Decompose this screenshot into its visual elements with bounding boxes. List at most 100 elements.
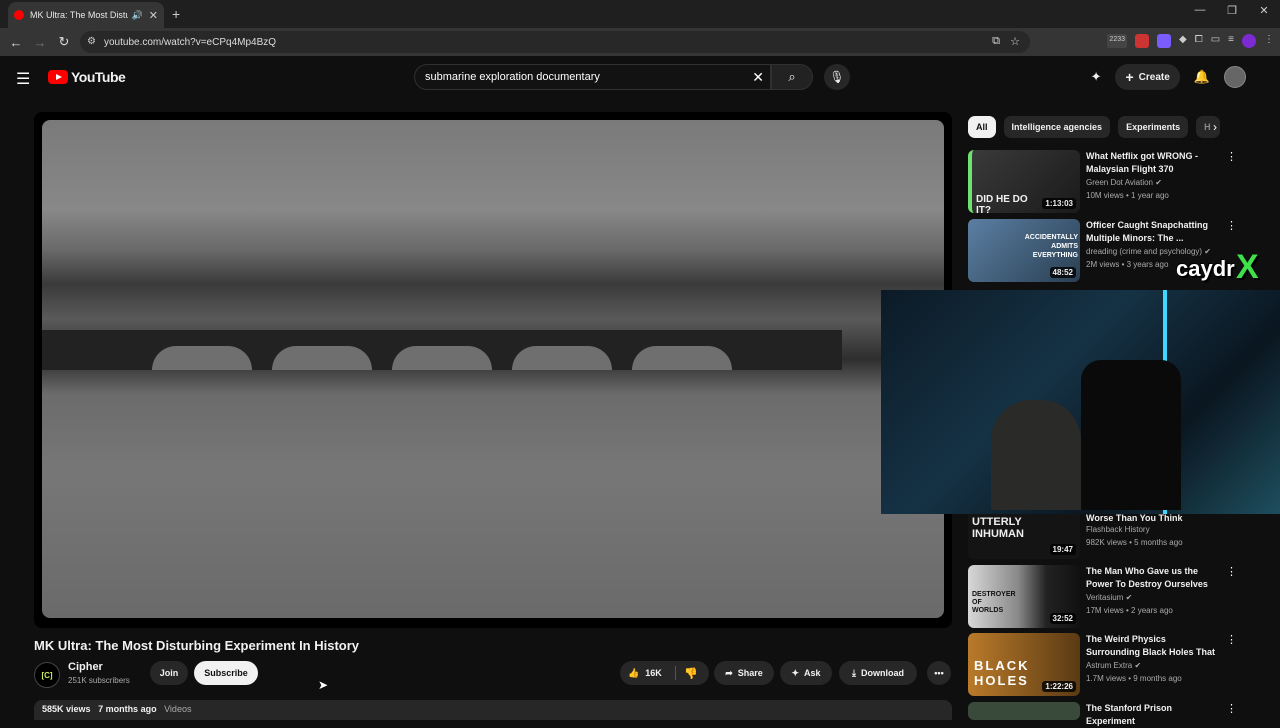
video-duration: 1:22:26 — [1042, 681, 1076, 692]
video-title: MK Ultra: The Most Disturbing Experiment… — [34, 638, 360, 653]
youtube-logo[interactable]: YouTube — [48, 69, 126, 85]
profile-icon[interactable] — [1242, 34, 1256, 48]
bookmark-star-icon[interactable]: ☆ — [1010, 35, 1020, 48]
related-filter-chips: All Intelligence agencies Experiments H — [968, 116, 1221, 138]
thumbnail-text: DID HE DO IT? — [976, 194, 1028, 213]
search-box[interactable]: ✕ — [414, 64, 771, 90]
more-vertical-icon[interactable]: ⋮ — [1226, 219, 1237, 232]
header-actions: ✦ + Create 🔔 — [1091, 64, 1246, 90]
install-icon[interactable]: ⧉ — [992, 35, 1000, 48]
search-button[interactable]: ⌕ — [771, 64, 813, 90]
recommended-video[interactable]: BLACK HOLES 1:22:26 The Weird Physics Su… — [968, 633, 1268, 697]
video-title[interactable]: The Weird Physics Surrounding Black Hole… — [1086, 633, 1216, 659]
video-thumbnail[interactable]: ACCIDENTALLY ADMITS EVERYTHING 48:52 — [968, 219, 1080, 282]
url-text: youtube.com/watch?v=eCPq4Mp4BzQ — [104, 36, 277, 48]
forward-icon[interactable]: → — [28, 35, 52, 50]
ask-label: Ask — [804, 668, 821, 678]
user-avatar[interactable] — [1224, 66, 1246, 88]
back-icon[interactable]: ← — [4, 35, 28, 50]
puzzle-icon[interactable]: ⧠ — [1195, 34, 1203, 48]
channel-name[interactable]: Green Dot Aviation ✔ — [1086, 178, 1162, 187]
more-horizontal-icon: ••• — [934, 668, 944, 678]
share-button[interactable]: ➦ Share — [714, 661, 774, 685]
video-thumbnail[interactable]: DESTROYER OF WORLDS 32:52 — [968, 565, 1080, 628]
more-vertical-icon[interactable]: ⋮ — [1226, 702, 1237, 715]
channel-name[interactable]: Flashback History — [1086, 525, 1150, 534]
channel-name[interactable]: dreading (crime and psychology) ✔ — [1086, 247, 1211, 256]
download-label: Download — [860, 668, 904, 678]
more-vertical-icon[interactable]: ⋮ — [1226, 565, 1237, 578]
description-box[interactable]: 585K views 7 months ago Videos — [34, 700, 952, 720]
channel-name[interactable]: Cipher — [68, 661, 103, 673]
extension-badge[interactable]: 2233 — [1107, 34, 1127, 48]
browser-tabbar: MK Ultra: The Most Disturbi 🔊 ✕ + — ❐ ✕ — [0, 0, 1280, 28]
join-button[interactable]: Join — [150, 661, 188, 685]
download-button[interactable]: ⤓ Download — [839, 661, 917, 685]
speaker-icon[interactable]: 🔊 — [132, 10, 143, 21]
logo-text: YouTube — [71, 69, 126, 85]
extension-icon[interactable] — [1135, 34, 1149, 48]
video-duration: 32:52 — [1049, 613, 1076, 624]
like-button[interactable]: 👍 16K — [620, 668, 675, 679]
tab-title: MK Ultra: The Most Disturbi — [30, 10, 128, 20]
youtube-favicon-icon — [14, 10, 24, 20]
chip-all[interactable]: All — [968, 116, 996, 138]
video-title[interactable]: The Man Who Gave us the Power To Destroy… — [1086, 565, 1216, 591]
chip-experiments[interactable]: Experiments — [1118, 116, 1189, 138]
restore-icon[interactable]: ❐ — [1216, 4, 1248, 17]
media-icon[interactable]: ≡ — [1228, 34, 1234, 48]
microphone-icon: 🎙 — [829, 70, 845, 84]
more-vertical-icon[interactable]: ⋮ — [1226, 150, 1237, 163]
chip-intelligence-agencies[interactable]: Intelligence agencies — [1003, 116, 1111, 138]
video-thumbnail[interactable]: DID HE DO IT? 1:13:03 — [968, 150, 1080, 213]
new-tab-button[interactable]: + — [172, 6, 180, 22]
video-title[interactable]: Officer Caught Snapchatting Multiple Min… — [1086, 219, 1216, 245]
more-vertical-icon[interactable]: ⋮ — [1226, 633, 1237, 646]
video-thumbnail[interactable] — [968, 702, 1080, 720]
site-info-icon[interactable]: ⚙ — [87, 36, 96, 47]
notifications-bell-icon[interactable]: 🔔 — [1194, 69, 1210, 85]
verified-icon: ✔ — [1125, 593, 1133, 602]
reload-icon[interactable]: ↻ — [52, 34, 76, 50]
chevron-right-icon[interactable]: › — [1213, 120, 1217, 134]
video-frame[interactable] — [42, 120, 944, 618]
more-actions-button[interactable]: ••• — [927, 661, 951, 685]
video-meta: 982K views • 5 months ago — [1086, 538, 1183, 547]
cast-icon[interactable]: ✦ — [1091, 69, 1102, 85]
channel-avatar[interactable]: [C] — [34, 662, 60, 688]
recommended-video[interactable]: DID HE DO IT? 1:13:03 What Netflix got W… — [968, 150, 1268, 214]
youtube-play-icon — [48, 70, 68, 84]
create-button[interactable]: + Create — [1115, 64, 1180, 90]
menu-kebab-icon[interactable]: ⋮ — [1264, 34, 1274, 48]
ask-button[interactable]: ✦ Ask — [780, 661, 832, 685]
channel-name[interactable]: Veritasium ✔ — [1086, 593, 1132, 602]
search-icon: ⌕ — [788, 69, 796, 84]
hamburger-menu-icon[interactable]: ☰ — [16, 69, 30, 89]
download-icon: ⤓ — [852, 667, 856, 678]
description-link[interactable]: Videos — [164, 704, 191, 714]
search-input[interactable] — [425, 71, 725, 83]
video-player[interactable] — [34, 112, 952, 628]
close-window-icon[interactable]: ✕ — [1248, 4, 1280, 17]
subscribe-button[interactable]: Subscribe — [194, 661, 258, 685]
voice-search-button[interactable]: 🎙 — [824, 64, 850, 90]
close-tab-icon[interactable]: ✕ — [149, 9, 158, 22]
video-duration: 1:13:03 — [1042, 198, 1076, 209]
channel-name[interactable]: Astrum Extra ✔ — [1086, 661, 1141, 670]
sparkle-icon: ✦ — [791, 667, 800, 678]
url-bar[interactable]: ⚙ youtube.com/watch?v=eCPq4Mp4BzQ ⧉ ☆ — [80, 31, 1030, 53]
video-thumbnail[interactable]: BLACK HOLES 1:22:26 — [968, 633, 1080, 696]
sidepanel-icon[interactable]: ▭ — [1211, 34, 1220, 48]
recommended-video[interactable]: The Stanford Prison Experiment ⋮ — [968, 702, 1268, 726]
recommended-video[interactable]: DESTROYER OF WORLDS 32:52 The Man Who Ga… — [968, 565, 1268, 629]
browser-tab[interactable]: MK Ultra: The Most Disturbi 🔊 ✕ — [8, 2, 164, 28]
extension-icon[interactable] — [1157, 34, 1171, 48]
video-title[interactable]: The Stanford Prison Experiment — [1086, 702, 1216, 728]
dislike-button[interactable]: 👎 — [676, 667, 698, 680]
minimize-icon[interactable]: — — [1184, 4, 1216, 17]
video-title[interactable]: What Netflix got WRONG - Malaysian Fligh… — [1086, 150, 1216, 176]
extension-icon[interactable]: ◆ — [1179, 34, 1187, 48]
clear-search-icon[interactable]: ✕ — [752, 69, 764, 86]
view-count: 585K views — [42, 704, 91, 714]
youtube-header: ☰ YouTube ✕ ⌕ 🎙 ✦ + Create 🔔 — [0, 56, 1280, 98]
